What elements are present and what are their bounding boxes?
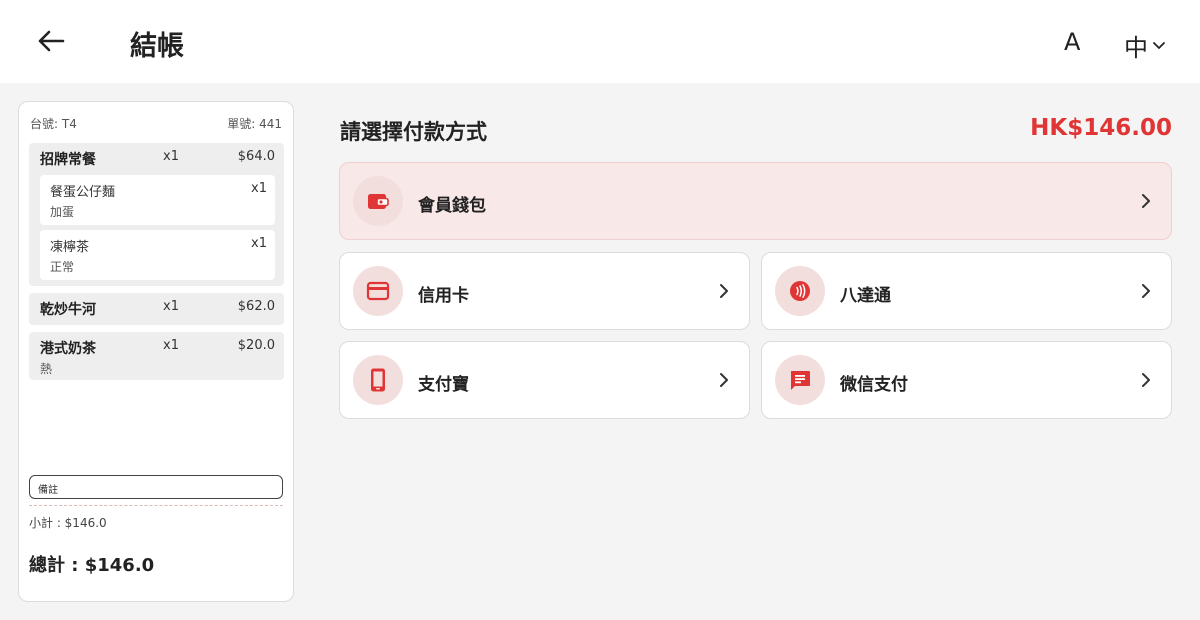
payment-title: 請選擇付款方式 [340,120,487,144]
item-price: $64.0 [237,149,275,164]
order-meta: 台號: T4 單號: 441 [30,115,282,132]
item-price: $20.0 [237,338,275,353]
order-panel: 台號: T4 單號: 441 招牌常餐 x1 $64.0 餐蛋公仔麵 x1 加蛋 [18,101,294,602]
pay-method-label: 支付寶 [418,375,469,395]
item-price: $62.0 [237,299,275,314]
order-item: 招牌常餐 x1 $64.0 餐蛋公仔麵 x1 加蛋 凍檸茶 x1 正常 [29,143,284,286]
back-button[interactable] [34,26,68,56]
pay-method-alipay[interactable]: 支付寶 [339,341,750,419]
order-item: 乾炒牛河 x1 $62.0 [29,293,284,325]
pay-method-label: 八達通 [840,286,891,306]
sub-item-name: 凍檸茶 [50,240,90,255]
chevron-right-icon [1142,284,1150,298]
sub-item-note: 正常 [50,260,75,274]
item-name: 乾炒牛河 [40,302,96,318]
top-bar: 結帳 A 中 [0,0,1200,83]
credit-card-icon [353,266,403,316]
table-number: 台號: T4 [30,117,77,131]
chevron-right-icon [1142,194,1150,208]
phone-icon [353,355,403,405]
chevron-right-icon [720,284,728,298]
order-item: 港式奶茶 x1 $20.0 熱 [29,332,284,380]
order-number: 單號: 441 [227,117,282,131]
pay-method-wallet[interactable]: 會員錢包 [339,162,1172,240]
item-name: 港式奶茶 [40,341,96,357]
subtotal: 小計 : $146.0 [29,516,107,530]
sub-item-qty: x1 [251,181,267,196]
item-qty: x1 [163,338,179,353]
font-size-button[interactable]: A [1064,28,1080,56]
item-note: 熱 [40,362,53,376]
chevron-down-icon [1153,41,1165,49]
sub-item: 凍檸茶 x1 正常 [40,230,275,280]
language-selector[interactable]: 中 [1124,28,1166,63]
total: 總計 : $146.0 [29,555,155,576]
chevron-right-icon [1142,373,1150,387]
sub-item: 餐蛋公仔麵 x1 加蛋 [40,175,275,225]
order-items: 招牌常餐 x1 $64.0 餐蛋公仔麵 x1 加蛋 凍檸茶 x1 正常 乾炒牛河… [29,143,284,387]
pay-method-octopus[interactable]: 八達通 [761,252,1172,330]
wallet-icon [353,176,403,226]
pay-method-label: 微信支付 [840,375,908,395]
pay-method-credit-card[interactable]: 信用卡 [339,252,750,330]
sub-item-note: 加蛋 [50,205,75,219]
divider [29,505,283,506]
item-name: 招牌常餐 [40,152,96,168]
language-label: 中 [1124,34,1148,62]
contactless-icon [775,266,825,316]
item-qty: x1 [163,299,179,314]
pay-method-wechat-pay[interactable]: 微信支付 [761,341,1172,419]
sub-item-qty: x1 [251,236,267,251]
remark-input[interactable]: 備註 [29,475,283,499]
pay-method-label: 信用卡 [418,286,469,306]
arrow-left-icon [38,30,65,52]
page-title: 結帳 [130,31,184,62]
chat-icon [775,355,825,405]
item-qty: x1 [163,149,179,164]
payment-amount: HK$146.00 [1030,115,1172,141]
sub-item-list: 餐蛋公仔麵 x1 加蛋 凍檸茶 x1 正常 [40,175,275,280]
sub-item-name: 餐蛋公仔麵 [50,185,116,200]
pay-method-label: 會員錢包 [418,196,486,216]
chevron-right-icon [720,373,728,387]
